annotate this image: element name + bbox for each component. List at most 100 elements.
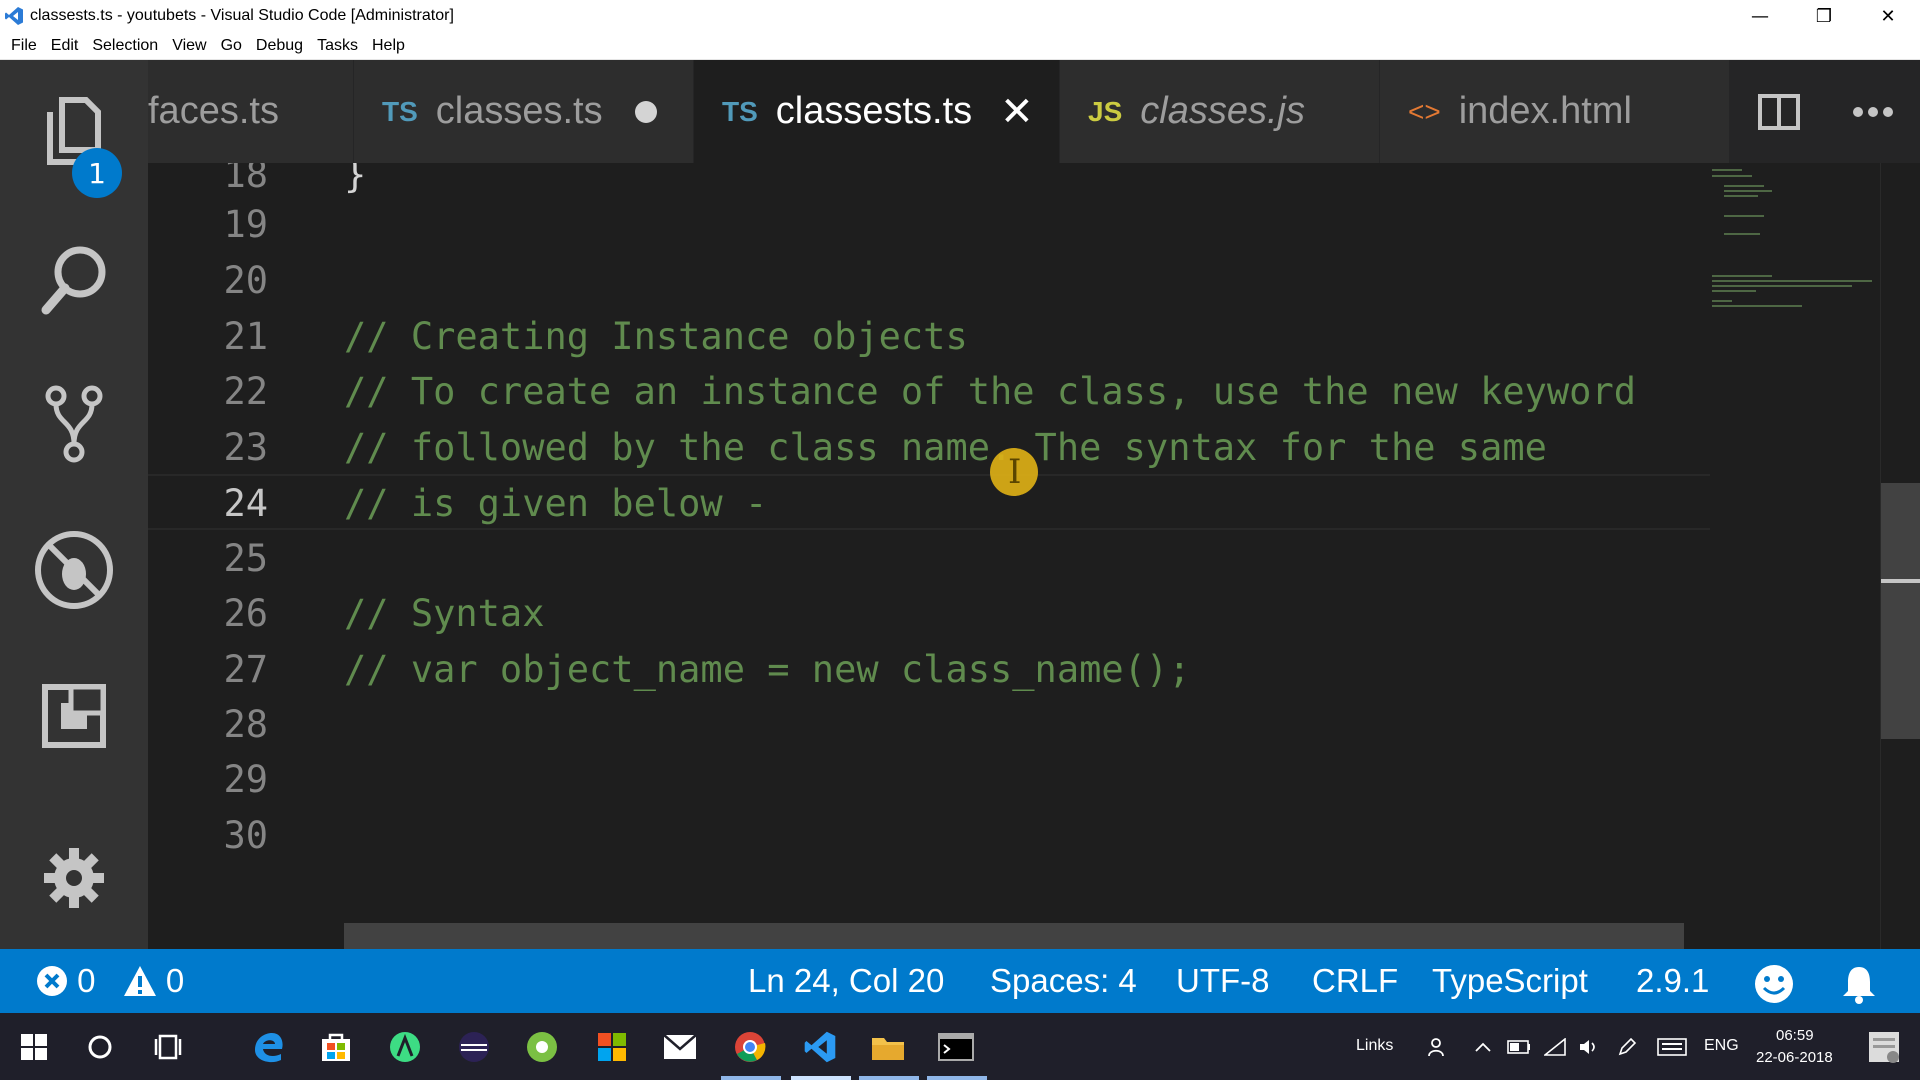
taskbar-mail[interactable] [658,1025,702,1069]
code-line: 20 [148,253,1710,309]
indentation[interactable]: Spaces: 4 [990,949,1137,1013]
tray-people[interactable] [1420,1025,1456,1069]
cortana-button[interactable] [78,1025,122,1069]
menu-help[interactable]: Help [365,37,412,55]
tab-classes-js[interactable]: JS classes.js [1060,60,1380,163]
eclipse-icon [459,1032,489,1062]
menu-file[interactable]: File [4,37,44,55]
android-studio-icon [390,1032,420,1062]
code-line: 30 [148,808,1710,864]
minimize-button[interactable]: — [1728,0,1792,32]
code-line: 21 // Creating Instance objects [148,309,1710,365]
title-bar: classests.ts - youtubets - Visual Studio… [0,0,1920,32]
menu-view[interactable]: View [165,37,213,55]
clock-date[interactable]: 22-06-2018 [1756,1049,1833,1066]
tray-pen[interactable] [1612,1025,1642,1069]
line-number: 23 [223,426,268,469]
minimap[interactable] [1710,163,1880,949]
line-number: 29 [223,758,268,801]
taskbar-office[interactable] [590,1025,634,1069]
horizontal-scrollbar[interactable] [344,923,1684,949]
taskbar-android-studio[interactable] [383,1025,427,1069]
tab-classes-ts[interactable]: TS classes.ts [354,60,694,163]
vertical-scrollbar[interactable] [1880,163,1920,949]
typescript-version[interactable]: 2.9.1 [1636,949,1709,1013]
menu-edit[interactable]: Edit [44,37,86,55]
tab-label: index.html [1458,90,1632,132]
taskbar-app[interactable] [520,1025,564,1069]
source-control-icon [45,385,103,463]
language-mode[interactable]: TypeScript [1432,949,1588,1013]
green-app-icon [527,1032,557,1062]
taskbar-terminal[interactable] [934,1025,978,1069]
taskbar-file-explorer[interactable] [866,1025,910,1069]
mail-icon [663,1034,697,1059]
line-number: 20 [223,259,268,302]
chevron-up-icon [1475,1042,1491,1052]
tray-network[interactable] [1540,1025,1570,1069]
code-line: 29 [148,752,1710,808]
cursor-position-marker [1881,579,1920,583]
feedback-button[interactable] [1754,961,1794,1003]
line-ending[interactable]: CRLF [1312,949,1398,1013]
activity-source-control[interactable] [0,364,148,484]
tab-classests-ts[interactable]: TS classests.ts ✕ [694,60,1060,163]
activity-search[interactable] [0,220,148,340]
activity-explorer[interactable]: 1 [0,70,148,198]
line-number: 27 [223,648,268,691]
line-number: 30 [223,814,268,857]
activity-extensions[interactable] [0,656,148,776]
menu-bar: File Edit Selection View Go Debug Tasks … [0,32,1920,60]
taskbar-store[interactable] [314,1025,358,1069]
taskbar-vscode[interactable] [798,1025,842,1069]
input-language[interactable]: ENG [1704,1037,1739,1055]
speaker-icon [1580,1040,1595,1054]
menu-tasks[interactable]: Tasks [310,37,365,55]
close-tab-icon[interactable]: ✕ [1000,89,1034,135]
encoding[interactable]: UTF-8 [1176,949,1270,1013]
warning-icon [123,966,156,996]
links-toolbar[interactable]: Links [1356,1037,1393,1055]
tray-volume[interactable] [1574,1025,1604,1069]
terminal-icon [938,1033,974,1061]
people-icon [1428,1038,1444,1057]
cortana-icon [88,1035,112,1059]
menu-debug[interactable]: Debug [249,37,310,55]
html-file-icon: <> [1408,95,1441,127]
more-actions-button[interactable] [1826,106,1920,118]
scrollbar-thumb[interactable] [1881,483,1920,739]
taskbar-chrome[interactable] [728,1025,772,1069]
close-window-button[interactable]: ✕ [1856,0,1920,32]
minimap-preview [1712,169,1872,307]
code-editor[interactable]: 18 } 19 20 21 // Creating Instance objec… [148,163,1710,949]
restore-button[interactable]: ❐ [1792,0,1856,32]
cursor-position[interactable]: Ln 24, Col 20 [748,949,944,1013]
action-center-button[interactable] [1862,1025,1906,1069]
activity-settings[interactable] [0,818,148,938]
problems-indicator[interactable]: 0 0 [36,949,184,1013]
notifications-button[interactable] [1840,961,1878,1004]
line-text: // Creating Instance objects [344,315,968,358]
menu-go[interactable]: Go [214,37,249,55]
activity-debug[interactable] [0,510,148,630]
task-view-button[interactable] [146,1025,190,1069]
tray-overflow-button[interactable] [1468,1025,1498,1069]
unsaved-dot-icon[interactable] [634,100,657,123]
code-line: 22 // To create an instance of the class… [148,364,1710,420]
clock-time[interactable]: 06:59 [1776,1027,1814,1044]
tab-label: classes.js [1140,90,1305,132]
vscode-logo-icon [5,7,23,25]
text-cursor-icon: I [1008,452,1022,492]
tab-faces-ts[interactable]: faces.ts [148,60,354,163]
tray-keyboard[interactable] [1654,1025,1690,1069]
taskbar-eclipse[interactable] [452,1025,496,1069]
tab-index-html[interactable]: <> index.html [1380,60,1730,163]
tray-battery[interactable] [1504,1025,1534,1069]
error-icon [37,966,67,996]
taskbar-edge[interactable] [246,1025,290,1069]
split-editor-button[interactable] [1732,93,1826,130]
start-button[interactable] [12,1025,56,1069]
status-bar: 0 0 Ln 24, Col 20 Spaces: 4 UTF-8 CRLF T… [0,949,1920,1013]
typescript-file-icon: TS [722,95,758,127]
menu-selection[interactable]: Selection [85,37,165,55]
